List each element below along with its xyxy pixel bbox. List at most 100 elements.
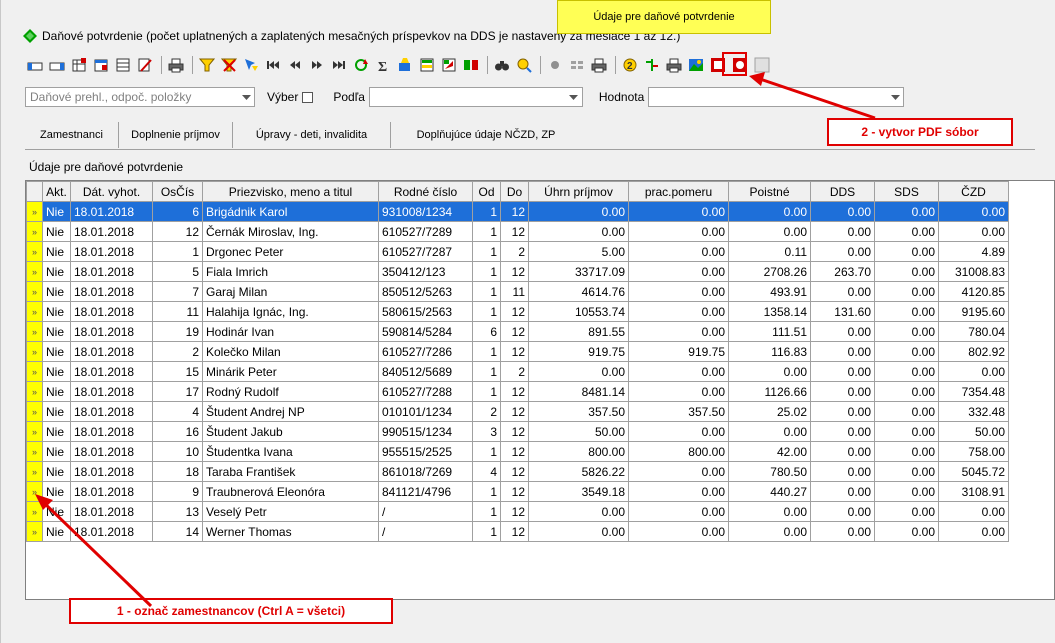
podla-combo[interactable] [368,87,583,107]
table-row[interactable]: » Nie 18.01.2018 15 Minárik Peter 840512/5689… [26,361,1009,382]
row-indicator[interactable]: » [26,201,43,222]
tab-upravy[interactable]: Úpravy - deti, invalidita [233,122,391,148]
row-indicator[interactable]: » [26,221,43,242]
table-row[interactable]: » Nie 18.01.2018 4 Študent Andrej NP 010101/1… [26,401,1009,422]
layout-button[interactable] [567,55,587,75]
export-icon [442,58,456,72]
row-indicator[interactable]: » [26,501,43,522]
data-grid[interactable]: Akt. Dát. vyhot. OsČís Priezvisko, meno … [25,180,1055,600]
column-header[interactable]: Dát. vyhot. [70,181,153,202]
photo-button[interactable] [686,55,706,75]
column-header[interactable]: Poistné [728,181,811,202]
select-button[interactable] [241,55,261,75]
row-indicator[interactable]: » [26,461,43,482]
find-person-button[interactable] [514,55,534,75]
row-indicator[interactable]: » [26,441,43,462]
first-record-button[interactable] [25,55,45,75]
table-cell: 12 [500,501,529,522]
table-row[interactable]: » Nie 18.01.2018 9 Traubnerová Eleonóra 84112… [26,481,1009,502]
column-header[interactable]: Priezvisko, meno a titul [202,181,379,202]
columns-button[interactable] [461,55,481,75]
column-header[interactable]: Do [500,181,529,202]
row-indicator[interactable]: » [26,321,43,342]
table-cell: 0.00 [810,441,875,462]
previous-icon [290,61,300,69]
row-indicator[interactable]: » [26,241,43,262]
print-button[interactable] [166,55,186,75]
clear-filter-button[interactable] [219,55,239,75]
tree-button[interactable] [642,55,662,75]
tab-doplnujuce-udaje[interactable]: Doplňujúce údaje NČZD, ZP [391,122,581,148]
column-header[interactable]: Úhrn príjmov [528,181,629,202]
table-row[interactable]: » Nie 18.01.2018 17 Rodný Rudolf 610527/7288 1… [26,381,1009,402]
column-header[interactable]: Od [472,181,501,202]
hodnota-combo[interactable] [648,87,905,107]
insert-button[interactable] [69,55,89,75]
table-cell: 14 [152,521,203,542]
table-row[interactable]: » Nie 18.01.2018 10 Študentka Ivana 955515/25… [26,441,1009,462]
print2-button[interactable] [664,55,684,75]
delete-button[interactable] [113,55,133,75]
search-button[interactable] [492,55,512,75]
table-row[interactable]: » Nie 18.01.2018 19 Hodinár Ivan 590814/5284 6… [26,321,1009,342]
nav-prev-button[interactable] [285,55,305,75]
combo-arrow[interactable] [238,88,254,106]
column-header[interactable]: ČZD [938,181,1009,202]
table-row[interactable]: » Nie 18.01.2018 6 Brigádnik Karol 931008/123… [26,201,1009,222]
tab-udaje-danove-potvrdenie[interactable]: Údaje pre daňové potvrdenie [557,0,771,34]
column-header[interactable]: DDS [810,181,875,202]
step2-button[interactable]: 2 [620,55,640,75]
nav-last-button[interactable] [329,55,349,75]
tab-zamestnanci[interactable]: Zamestnanci [25,122,119,148]
print-pdf-button[interactable] [589,55,609,75]
table-cell: 1 [472,221,501,242]
column-header[interactable]: Rodné číslo [378,181,473,202]
report-combo[interactable]: Daňové prehl., odpoč. položky [25,87,255,107]
column-header[interactable]: OsČís [152,181,203,202]
sum-button[interactable]: Σ [373,55,393,75]
pdf3-button[interactable] [752,55,772,75]
table-row[interactable]: » Nie 18.01.2018 14 Werner Thomas/1 12 0.00 0.0… [26,521,1009,542]
row-indicator[interactable]: » [26,341,43,362]
refresh-button[interactable] [351,55,371,75]
export-button[interactable] [439,55,459,75]
import-button[interactable] [417,55,437,75]
table-row[interactable]: » Nie 18.01.2018 2 Kolečko Milan 610527/7286 1… [26,341,1009,362]
table-row[interactable]: » Nie 18.01.2018 7 Garaj Milan 850512/5263 1 11… [26,281,1009,302]
nav-next-button[interactable] [307,55,327,75]
table-row[interactable]: » Nie 18.01.2018 13 Veselý Petr/1 12 0.00 0.00 0… [26,501,1009,522]
table-row[interactable]: » Nie 18.01.2018 18 Taraba František 861018/7… [26,461,1009,482]
table-cell: Minárik Peter [202,361,379,382]
edit-button[interactable] [91,55,111,75]
combo-arrow[interactable] [887,88,903,106]
row-indicator[interactable]: » [26,281,43,302]
vyber-checkbox[interactable] [302,91,314,103]
row-indicator[interactable]: » [26,421,43,442]
table-row[interactable]: » Nie 18.01.2018 12 Černák Miroslav, Ing. 610… [26,221,1009,242]
table-cell: 12 [500,521,529,542]
row-indicator[interactable]: » [26,381,43,402]
column-header[interactable]: Akt. [42,181,71,202]
tab-doplnenie-prijmov[interactable]: Doplnenie príjmov [119,122,233,148]
table-row[interactable]: » Nie 18.01.2018 16 Študent Jakub 990515/1234… [26,421,1009,442]
row-indicator[interactable]: » [26,521,43,542]
row-indicator[interactable]: » [26,401,43,422]
row-indicator[interactable]: » [26,301,43,322]
column-header[interactable]: SDS [874,181,939,202]
last-record-button[interactable] [47,55,67,75]
picture-icon [689,59,703,71]
table-cell: Černák Miroslav, Ing. [202,221,379,242]
row-indicator[interactable]: » [26,481,43,502]
edit-pencil-button[interactable] [135,55,155,75]
record-button[interactable] [545,55,565,75]
column-header[interactable]: prac.pomeru [628,181,729,202]
combo-arrow[interactable] [566,88,582,106]
nav-first-button[interactable] [263,55,283,75]
wizard-button[interactable] [395,55,415,75]
table-row[interactable]: » Nie 18.01.2018 1 Drgonec Peter 610527/7287 1… [26,241,1009,262]
row-indicator[interactable]: » [26,361,43,382]
row-indicator[interactable]: » [26,261,43,282]
filter-button[interactable] [197,55,217,75]
table-row[interactable]: » Nie 18.01.2018 5 Fiala Imrich 350412/123 1 12… [26,261,1009,282]
table-row[interactable]: » Nie 18.01.2018 11 Halahija Ignác, Ing. 5806… [26,301,1009,322]
